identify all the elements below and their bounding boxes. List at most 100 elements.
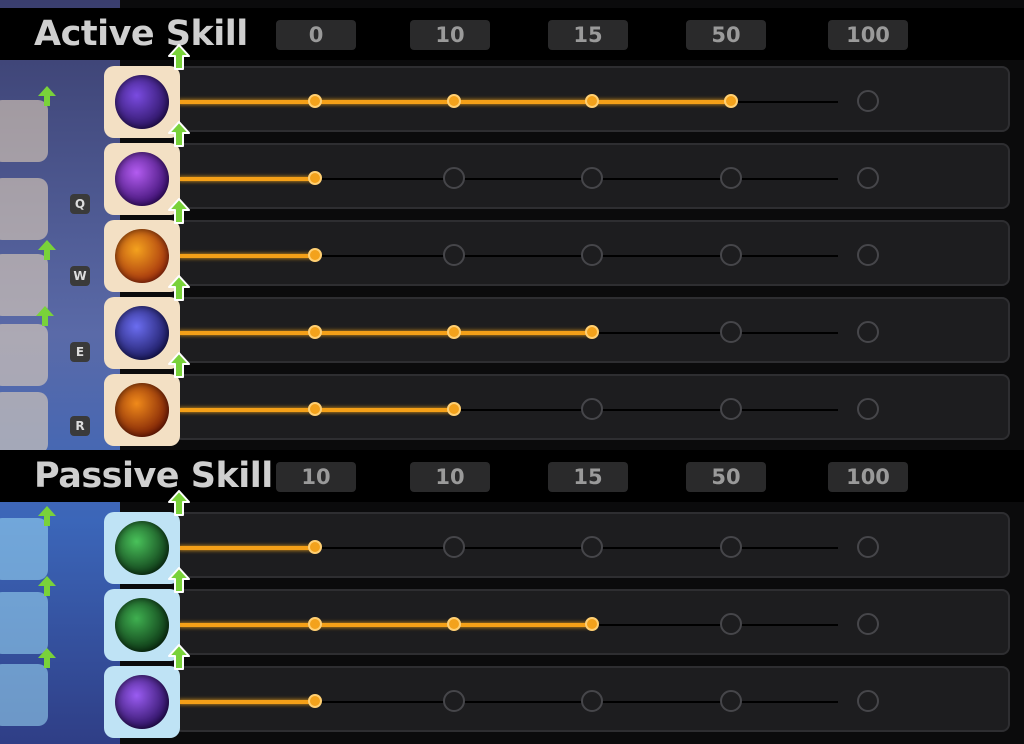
level-node-unlocked[interactable] (308, 402, 322, 416)
level-node-unlocked[interactable] (447, 94, 461, 108)
level-node-locked[interactable] (581, 536, 603, 558)
passive-level-badge-1: 10 (276, 462, 356, 492)
track-fill (178, 177, 315, 181)
active-level-badge-4: 50 (686, 20, 766, 50)
level-node-unlocked[interactable] (308, 325, 322, 339)
level-node-unlocked[interactable] (724, 94, 738, 108)
background-skill-slot (0, 324, 48, 386)
passive-skill-row[interactable] (104, 567, 1012, 661)
background-skill-slot (0, 392, 48, 454)
upgrade-arrow-icon[interactable] (168, 644, 190, 670)
level-node-locked[interactable] (857, 398, 879, 420)
skill-progress-track (174, 66, 1010, 132)
level-node-locked[interactable] (857, 536, 879, 558)
level-node-locked[interactable] (720, 613, 742, 635)
active-skill-row[interactable] (104, 44, 1012, 138)
level-node-unlocked[interactable] (308, 617, 322, 631)
level-node-locked[interactable] (443, 536, 465, 558)
level-node-locked[interactable] (720, 690, 742, 712)
void-swirl-skill-icon (115, 306, 169, 360)
green-spirit-skill-icon (115, 521, 169, 575)
active-level-badge-3: 15 (548, 20, 628, 50)
passive-skill-row[interactable] (104, 490, 1012, 584)
active-skill-row[interactable] (104, 275, 1012, 369)
level-node-locked[interactable] (857, 167, 879, 189)
background-skill-slot (0, 592, 48, 654)
background-skill-slot (0, 100, 48, 162)
level-node-unlocked[interactable] (308, 694, 322, 708)
level-node-locked[interactable] (857, 321, 879, 343)
level-node-locked[interactable] (720, 167, 742, 189)
upgrade-arrow-icon[interactable] (168, 44, 190, 70)
level-node-unlocked[interactable] (447, 402, 461, 416)
background-skill-slot (0, 178, 48, 240)
level-node-unlocked[interactable] (585, 325, 599, 339)
level-node-locked[interactable] (857, 690, 879, 712)
fire-ring-skill-icon (115, 229, 169, 283)
level-node-unlocked[interactable] (447, 325, 461, 339)
violet-totem-skill-icon (115, 152, 169, 206)
passive-level-badge-5: 100 (828, 462, 908, 492)
level-node-unlocked[interactable] (308, 540, 322, 554)
active-level-badge-2: 10 (410, 20, 490, 50)
background-upgrade-arrow-icon (38, 576, 56, 596)
level-node-unlocked[interactable] (585, 617, 599, 631)
level-node-unlocked[interactable] (308, 171, 322, 185)
level-node-unlocked[interactable] (308, 94, 322, 108)
skill-progress-track (174, 143, 1010, 209)
hotkey-r-badge: R (70, 416, 90, 436)
skill-progress-track (174, 220, 1010, 286)
level-node-locked[interactable] (857, 613, 879, 635)
skill-icon-frame[interactable] (104, 666, 180, 738)
active-level-badge-5: 100 (828, 20, 908, 50)
upgrade-arrow-icon[interactable] (168, 567, 190, 593)
active-skill-row[interactable] (104, 198, 1012, 292)
level-node-locked[interactable] (857, 244, 879, 266)
flame-vortex-skill-icon (115, 383, 169, 437)
level-node-locked[interactable] (443, 244, 465, 266)
level-node-locked[interactable] (443, 167, 465, 189)
background-skill-slot (0, 518, 48, 580)
track-fill (178, 254, 315, 258)
level-node-locked[interactable] (581, 244, 603, 266)
upgrade-arrow-icon[interactable] (168, 352, 190, 378)
level-node-unlocked[interactable] (585, 94, 599, 108)
background-skill-slot (0, 664, 48, 726)
level-node-locked[interactable] (581, 690, 603, 712)
passive-level-badge-2: 10 (410, 462, 490, 492)
green-claw-skill-icon (115, 598, 169, 652)
background-skill-panel: Q W E R (0, 0, 120, 744)
skill-progress-track (174, 589, 1010, 655)
skill-icon-frame[interactable] (104, 374, 180, 446)
upgrade-arrow-icon[interactable] (168, 121, 190, 147)
background-upgrade-arrow-icon (38, 506, 56, 526)
level-node-locked[interactable] (720, 398, 742, 420)
level-node-locked[interactable] (857, 90, 879, 112)
active-skill-row[interactable] (104, 121, 1012, 215)
upgrade-arrow-icon[interactable] (168, 490, 190, 516)
background-upgrade-arrow-icon (36, 306, 54, 326)
active-level-badge-1: 0 (276, 20, 356, 50)
active-skill-title: Active Skill (0, 8, 278, 60)
skill-progress-track (174, 374, 1010, 440)
skill-progress-track (174, 666, 1010, 732)
background-upgrade-arrow-icon (38, 648, 56, 668)
level-node-locked[interactable] (720, 244, 742, 266)
level-node-locked[interactable] (720, 321, 742, 343)
upgrade-arrow-icon[interactable] (168, 275, 190, 301)
level-node-locked[interactable] (443, 690, 465, 712)
upgrade-arrow-icon[interactable] (168, 198, 190, 224)
level-node-unlocked[interactable] (447, 617, 461, 631)
level-node-unlocked[interactable] (308, 248, 322, 262)
level-node-locked[interactable] (720, 536, 742, 558)
level-node-locked[interactable] (581, 167, 603, 189)
active-skill-row[interactable] (104, 352, 1012, 446)
purple-sigil-skill-icon (115, 675, 169, 729)
hotkey-e-badge: E (70, 342, 90, 362)
level-node-locked[interactable] (581, 398, 603, 420)
skill-progress-track (174, 512, 1010, 578)
passive-skill-row[interactable] (104, 644, 1012, 738)
hotkey-q-badge: Q (70, 194, 90, 214)
track-fill (178, 700, 315, 704)
skill-progress-track (174, 297, 1010, 363)
